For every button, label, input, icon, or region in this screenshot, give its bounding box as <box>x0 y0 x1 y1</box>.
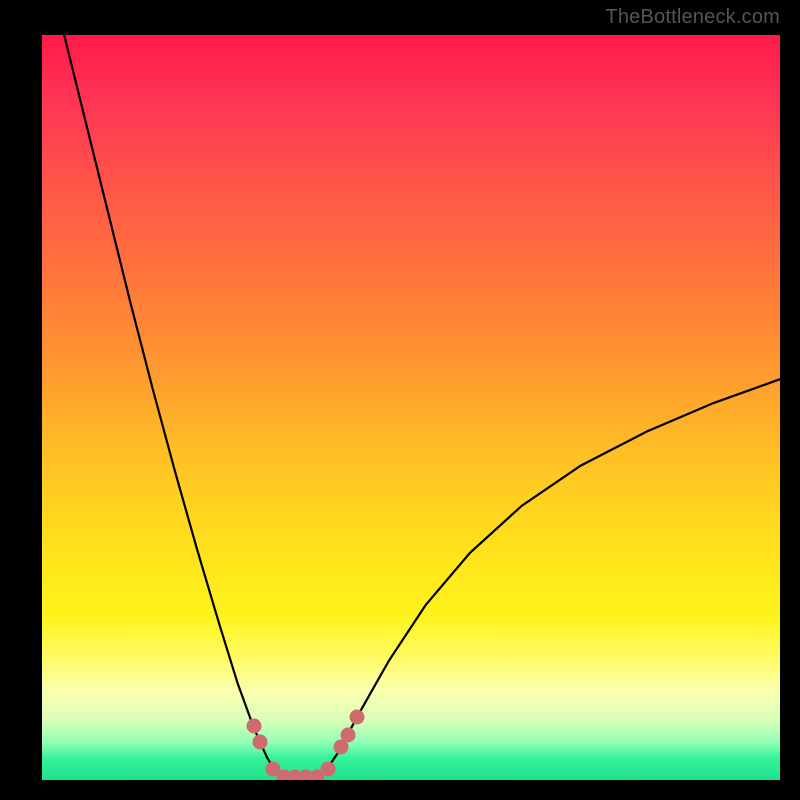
chart-frame: TheBottleneck.com <box>0 0 800 800</box>
data-marker <box>253 735 268 750</box>
plot-area <box>42 35 780 780</box>
watermark-text: TheBottleneck.com <box>605 6 780 29</box>
data-marker <box>321 761 336 776</box>
data-marker <box>350 709 365 724</box>
data-marker <box>246 719 261 734</box>
curve-svg <box>42 35 780 780</box>
bottleneck-curve <box>64 35 780 778</box>
data-marker <box>340 727 355 742</box>
